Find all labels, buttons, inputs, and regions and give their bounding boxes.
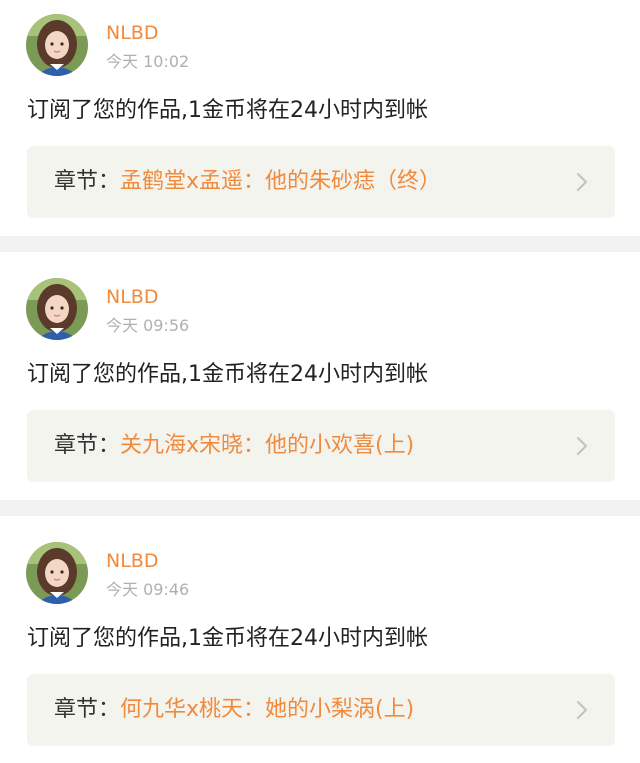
- chapter-link[interactable]: 章节：孟鹤堂x孟遥：他的朱砂痣（终）: [27, 146, 615, 218]
- avatar-photo-icon: [26, 542, 88, 604]
- user-avatar[interactable]: [26, 14, 88, 76]
- username[interactable]: NLBD: [106, 22, 158, 44]
- chapter-title: 何九华x桃天：她的小梨涡(上): [120, 697, 415, 722]
- avatar-photo-icon: [26, 278, 88, 340]
- chapter-text: 章节：关九海x宋晓：他的小欢喜(上): [54, 431, 414, 461]
- separator: [0, 236, 640, 252]
- avatar-photo-icon: [26, 14, 88, 76]
- notification-card: NLBD 今天 09:56 订阅了您的作品,1金币将在24小时内到帐 章节：关九…: [0, 252, 640, 500]
- chevron-right-icon: [575, 699, 589, 721]
- notification-message: 订阅了您的作品,1金币将在24小时内到帐: [27, 362, 428, 387]
- notification-message: 订阅了您的作品,1金币将在24小时内到帐: [27, 626, 428, 651]
- chapter-prefix: 章节：: [54, 169, 121, 194]
- chapter-text: 章节：何九华x桃天：她的小梨涡(上): [54, 695, 414, 725]
- chapter-text: 章节：孟鹤堂x孟遥：他的朱砂痣（终）: [54, 167, 441, 197]
- chevron-right-icon: [575, 171, 589, 193]
- notification-card: NLBD 今天 10:02 订阅了您的作品,1金币将在24小时内到帐 章节：孟鹤…: [0, 0, 640, 236]
- username[interactable]: NLBD: [106, 286, 158, 308]
- chapter-link[interactable]: 章节：何九华x桃天：她的小梨涡(上): [27, 674, 615, 746]
- notification-card: NLBD 今天 09:46 订阅了您的作品,1金币将在24小时内到帐 章节：何九…: [0, 516, 640, 763]
- chapter-prefix: 章节：: [54, 433, 121, 458]
- notification-message: 订阅了您的作品,1金币将在24小时内到帐: [27, 98, 428, 123]
- timestamp: 今天 09:56: [106, 316, 190, 335]
- chapter-prefix: 章节：: [54, 697, 121, 722]
- user-avatar[interactable]: [26, 542, 88, 604]
- chapter-link[interactable]: 章节：关九海x宋晓：他的小欢喜(上): [27, 410, 615, 482]
- timestamp: 今天 10:02: [106, 52, 190, 71]
- chapter-title: 孟鹤堂x孟遥：他的朱砂痣（终）: [120, 169, 442, 194]
- separator: [0, 500, 640, 516]
- user-avatar[interactable]: [26, 278, 88, 340]
- timestamp: 今天 09:46: [106, 580, 190, 599]
- username[interactable]: NLBD: [106, 550, 158, 572]
- chapter-title: 关九海x宋晓：他的小欢喜(上): [120, 433, 415, 458]
- notification-feed: NLBD 今天 10:02 订阅了您的作品,1金币将在24小时内到帐 章节：孟鹤…: [0, 0, 640, 763]
- chevron-right-icon: [575, 435, 589, 457]
